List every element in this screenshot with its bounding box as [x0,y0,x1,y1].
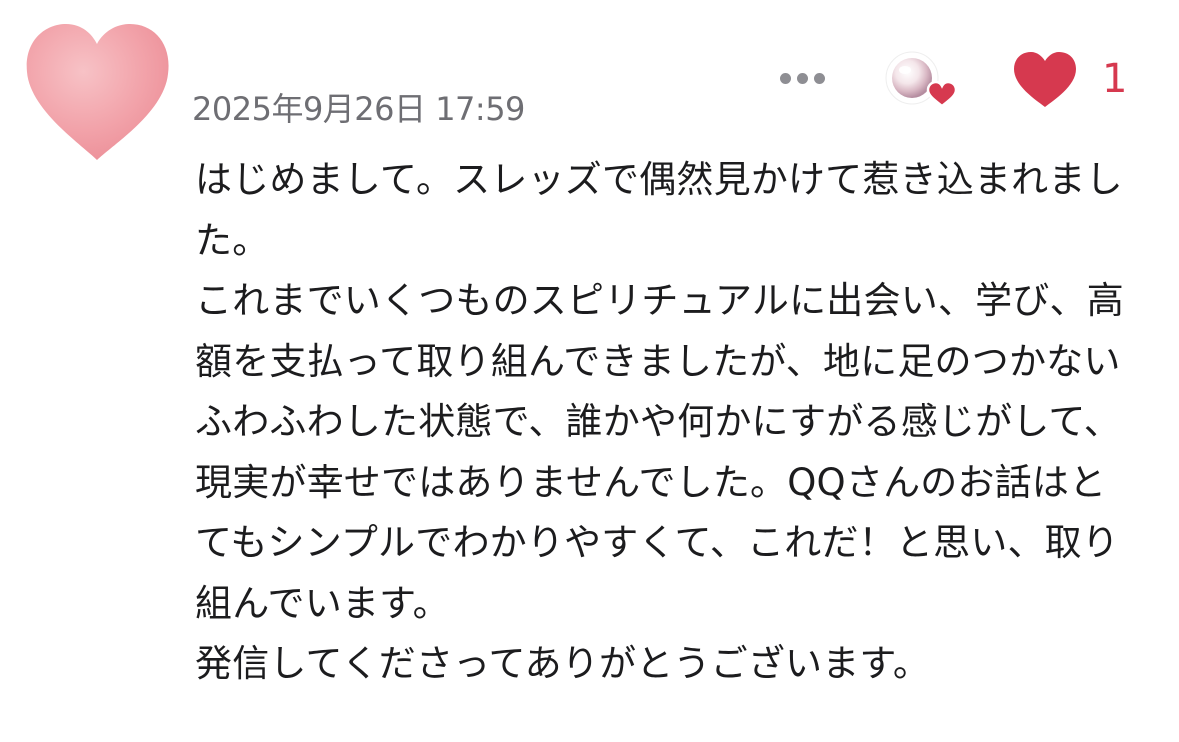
pearl-heart-badge-icon [885,51,958,108]
heart-icon [1014,52,1076,107]
more-dot [796,72,808,84]
more-horizontal-icon [779,72,791,84]
comment-card: 2025年9月26日 17:59 1 はじめまして。スレッズで偶然見かけて惹き込… [0,0,1179,742]
comment-timestamp: 2025年9月26日 17:59 [192,90,525,128]
heart-avatar-icon [26,24,169,160]
more-options-button[interactable] [772,62,832,94]
author-like-badge [880,50,960,110]
like-count: 1 [1102,56,1128,102]
like-button[interactable] [1010,50,1080,110]
comment-text: はじめまして。スレッズで偶然見かけて惹き込まれました。 これまでいくつものスピリ… [195,158,1124,685]
more-dot [813,72,825,84]
avatar[interactable] [22,20,172,165]
